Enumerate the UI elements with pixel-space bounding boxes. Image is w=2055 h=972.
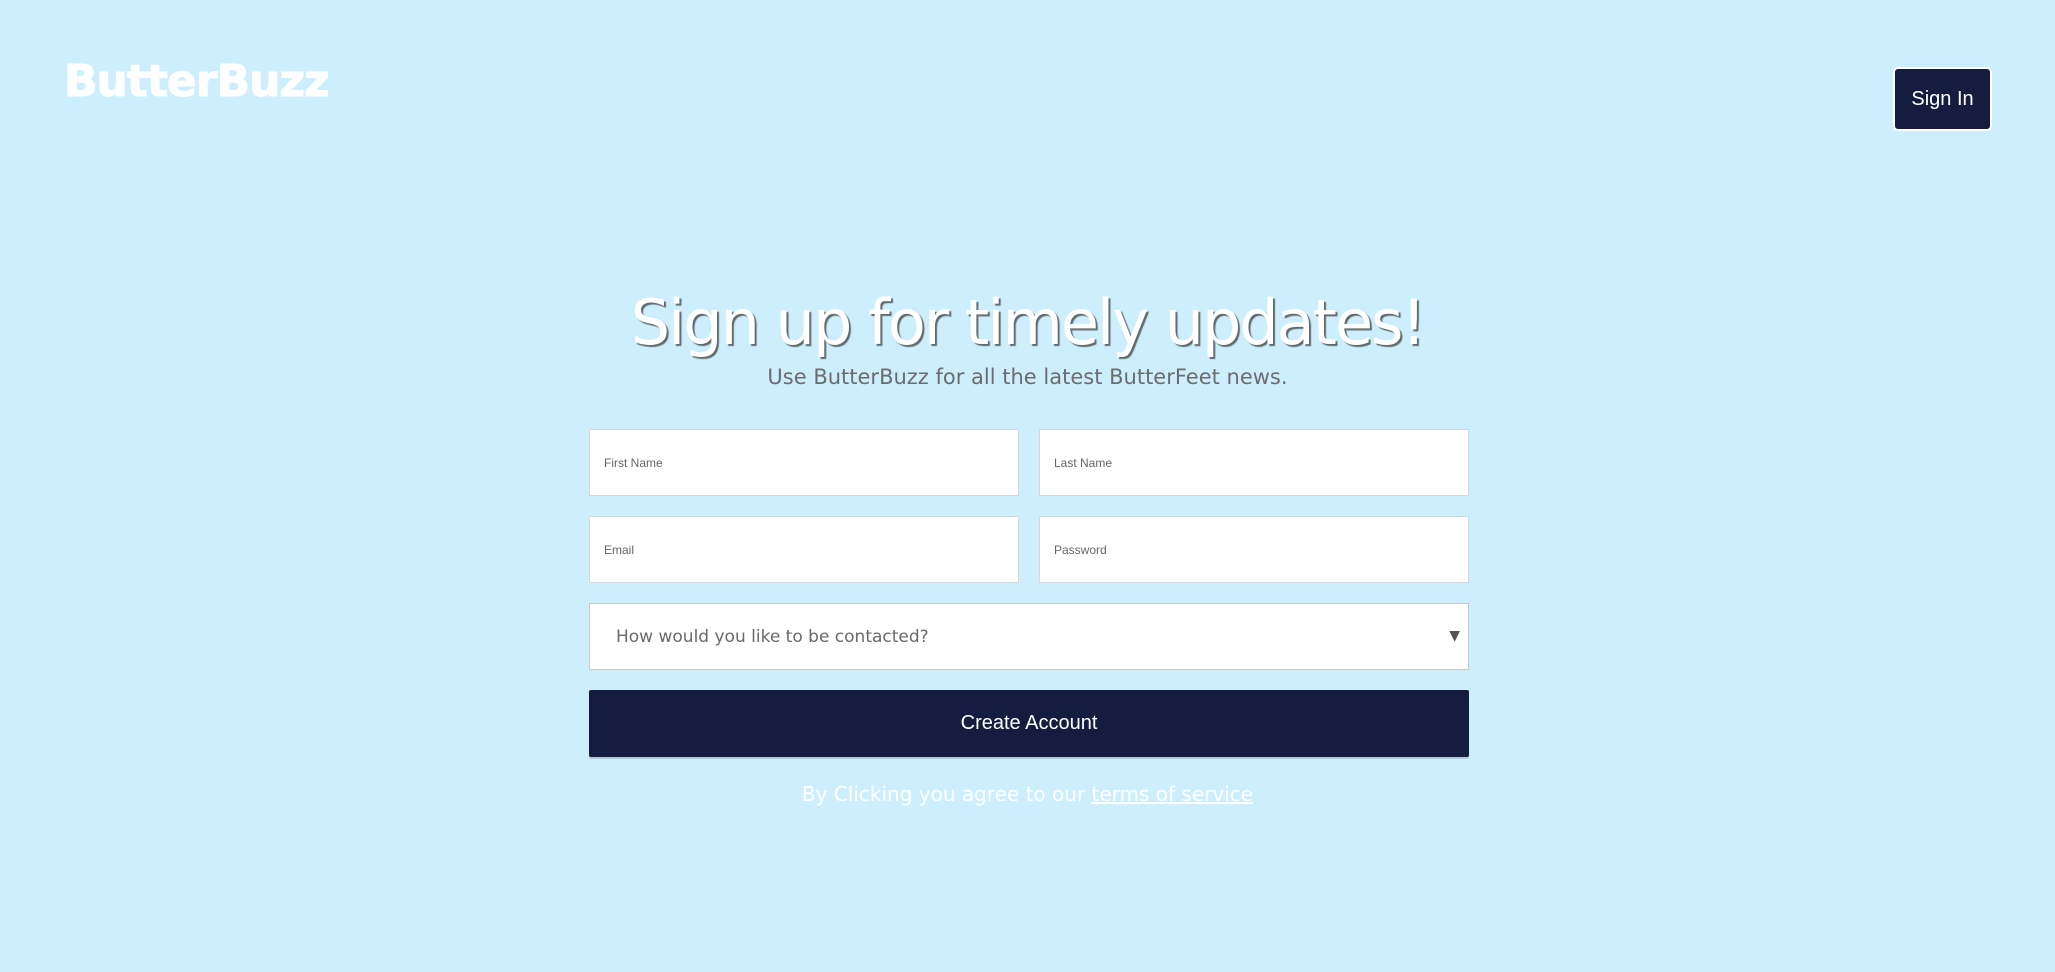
create-account-button[interactable]: Create Account [589,690,1469,757]
hero-section: Sign up for timely updates! Use ButterBu… [0,285,2055,389]
last-name-input[interactable] [1039,429,1469,496]
page-subtitle: Use ButterBuzz for all the latest Butter… [767,365,1288,389]
contact-method-value: How would you like to be contacted? [616,626,929,647]
terms-of-service-link[interactable]: terms of service [1092,782,1254,806]
page-title: Sign up for timely updates! [630,286,1427,359]
first-name-input[interactable] [589,429,1019,496]
signup-form: How would you like to be contacted? ▼ Cr… [589,429,1469,757]
contact-method-select[interactable]: How would you like to be contacted? ▼ [589,603,1469,670]
terms-notice: By Clicking you agree to our terms of se… [0,782,2055,806]
terms-prefix: By Clicking you agree to our [801,782,1086,806]
butterbuzz-logo[interactable]: ButterBuzz [64,59,331,104]
sign-in-button[interactable]: Sign In [1893,67,1992,131]
dropdown-arrow-icon: ▼ [1449,628,1460,644]
name-row [589,429,1469,496]
password-input[interactable] [1039,516,1469,583]
email-input[interactable] [589,516,1019,583]
credentials-row [589,516,1469,583]
